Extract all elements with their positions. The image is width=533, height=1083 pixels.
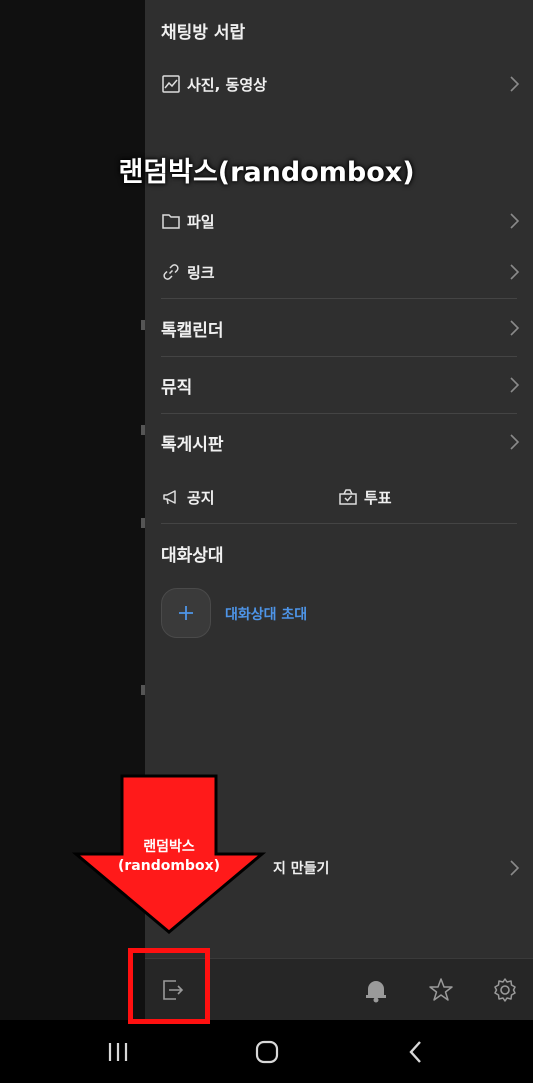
megaphone-icon: [161, 487, 181, 507]
chevron-right-icon: [507, 858, 521, 878]
media-row[interactable]: 사진, 동영상: [161, 64, 521, 104]
chevron-right-icon: [507, 318, 521, 338]
folder-icon: [161, 211, 181, 231]
plus-icon: [179, 606, 193, 620]
chevron-right-icon: [507, 432, 521, 452]
star-icon[interactable]: [426, 975, 456, 1005]
file-label: 파일: [187, 212, 215, 231]
annotation-caption: 랜덤박스(randombox): [118, 157, 415, 188]
divider: [161, 413, 517, 414]
talk-board-label: 톡게시판: [161, 434, 224, 455]
vote-label: 투표: [364, 488, 392, 507]
annotation-arrow: 랜덤박스 (randombox): [72, 774, 266, 936]
gear-icon[interactable]: [490, 975, 520, 1005]
invite-member-label[interactable]: 대화상대 초대: [225, 604, 307, 624]
home-icon[interactable]: [247, 1038, 287, 1066]
link-row[interactable]: 링크: [161, 252, 521, 292]
talk-calendar-row[interactable]: 톡캘린더: [161, 308, 521, 348]
system-navigation-bar: [0, 1020, 533, 1083]
annotation-arrow-label-2: (randombox): [117, 858, 220, 874]
back-icon[interactable]: [396, 1038, 436, 1066]
notice-label: 공지: [187, 488, 215, 507]
vote-button[interactable]: 투표: [338, 477, 488, 517]
notice-button[interactable]: 공지: [161, 477, 311, 517]
chevron-right-icon: [507, 375, 521, 395]
link-icon: [161, 262, 181, 282]
invite-member-button[interactable]: [161, 588, 211, 638]
make-label: 지 만들기: [273, 861, 330, 877]
file-row[interactable]: 파일: [161, 201, 521, 241]
ballot-box-icon: [338, 487, 358, 507]
chevron-right-icon: [507, 211, 521, 231]
talk-board-row[interactable]: 톡게시판: [161, 422, 521, 462]
annotation-arrow-label-1: 랜덤박스: [143, 839, 195, 855]
image-icon: [161, 74, 181, 94]
link-label: 링크: [187, 263, 215, 282]
divider: [161, 298, 517, 299]
music-row[interactable]: 뮤직: [161, 365, 521, 405]
annotation-highlight-box: [128, 948, 210, 1024]
media-label: 사진, 동영상: [187, 75, 267, 94]
recent-apps-icon[interactable]: [98, 1038, 138, 1066]
members-section-title: 대화상대: [161, 546, 224, 566]
chevron-right-icon: [507, 74, 521, 94]
divider: [161, 356, 517, 357]
chevron-right-icon: [507, 262, 521, 282]
music-label: 뮤직: [161, 377, 193, 398]
talk-calendar-label: 톡캘린더: [161, 320, 224, 341]
storage-section-title: 채팅방 서랍: [161, 23, 246, 43]
bell-icon[interactable]: [361, 975, 391, 1005]
divider: [161, 523, 517, 524]
